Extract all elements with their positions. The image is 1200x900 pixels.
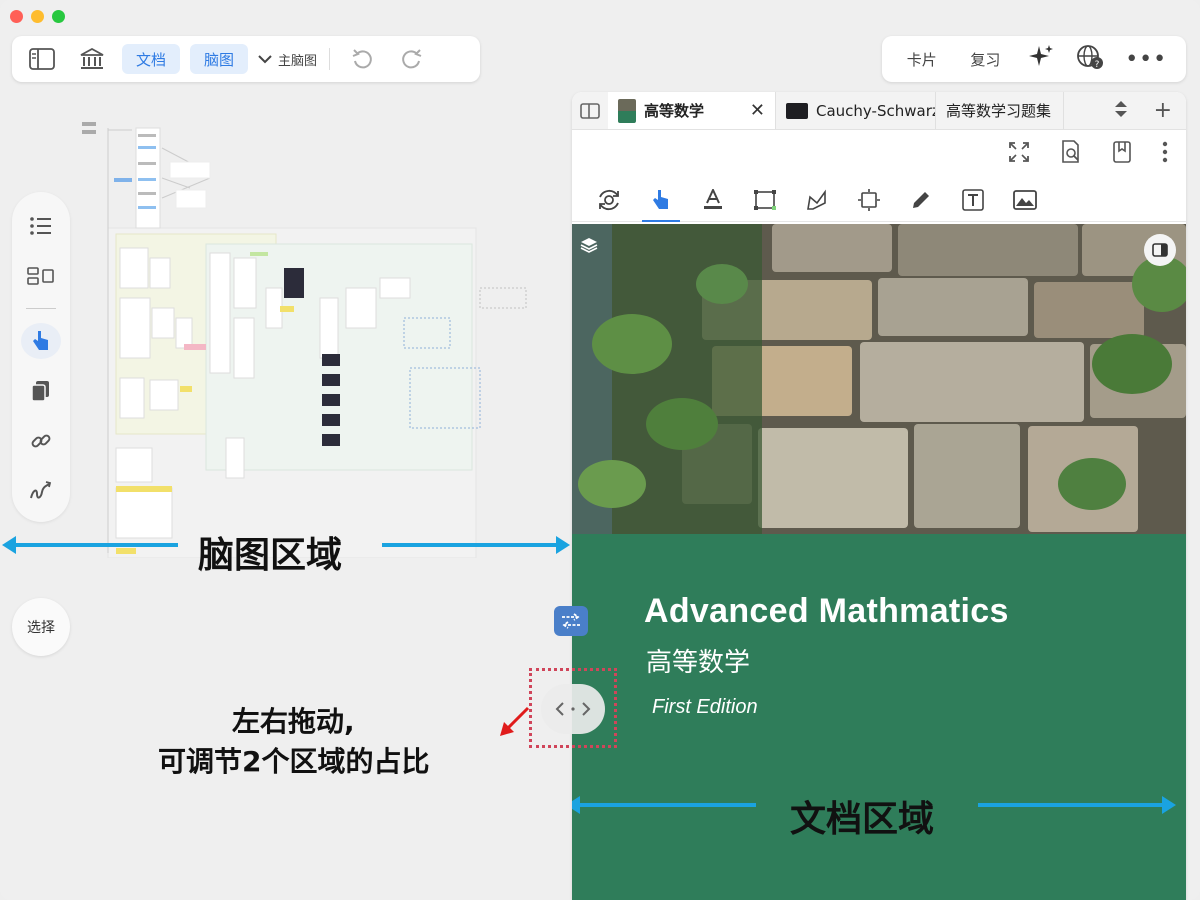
bookmark-icon[interactable] (1112, 141, 1132, 167)
lasso-tool-icon[interactable] (802, 182, 832, 218)
cards-button[interactable]: 卡片 (901, 49, 943, 70)
web-help-icon[interactable]: ? (1076, 44, 1104, 74)
crop-expand-icon[interactable] (854, 182, 884, 218)
doc-tab-bar: 高等数学 ✕ Cauchy-Schwarz... 高等数学习题集 + (572, 92, 1186, 130)
app-window: 文档 脑图 主脑图 卡片 复习 ? ••• 选择 脑图区域 左右拖动, 可调节2… (0, 0, 1200, 900)
mindmap-canvas[interactable] (80, 118, 530, 558)
doc-mode-button[interactable]: 文档 (122, 44, 181, 74)
tab-exercises[interactable]: 高等数学习题集 (936, 92, 1064, 129)
chevron-down-icon (258, 55, 272, 64)
tab-label: 高等数学习题集 (946, 102, 1052, 120)
more-options-icon[interactable]: ••• (1125, 47, 1167, 72)
doc-search-icon[interactable] (1060, 140, 1082, 168)
tab-label: Cauchy-Schwarz... (816, 101, 935, 120)
cover-photo-stone-wall (572, 224, 1186, 534)
right-panel-toggle-icon[interactable] (1144, 234, 1176, 266)
mindmap-tool-rail (12, 192, 70, 522)
annotation-toolbar (572, 178, 1186, 222)
rotate-settings-icon[interactable] (594, 182, 624, 218)
hand-pointer-tool-icon[interactable] (642, 182, 680, 222)
area-select-icon[interactable] (750, 182, 780, 218)
close-window-button[interactable] (10, 10, 23, 23)
secondary-toolbar: 卡片 复习 ? ••• (882, 36, 1186, 82)
video-thumbnail-icon (786, 102, 808, 119)
outline-list-icon[interactable] (21, 208, 61, 244)
copy-pages-icon[interactable] (21, 373, 61, 409)
doc-action-bar (572, 130, 1186, 178)
main-toolbar: 文档 脑图 主脑图 (12, 36, 480, 82)
select-mode-button[interactable]: 选择 (12, 598, 70, 656)
redo-icon[interactable] (392, 43, 432, 75)
pointer-tool-icon[interactable] (21, 323, 61, 359)
drag-hint-line2: 可调节2个区域的占比 (158, 745, 430, 778)
library-icon[interactable] (72, 43, 112, 75)
document-panel: 高等数学 ✕ Cauchy-Schwarz... 高等数学习题集 + (572, 92, 1186, 900)
svg-text:?: ? (1094, 60, 1099, 70)
ai-sparkle-icon[interactable] (1028, 44, 1054, 74)
resize-arrows-icon (555, 702, 591, 716)
mindmap-mode-button[interactable]: 脑图 (190, 44, 249, 74)
freehand-line-icon[interactable] (21, 473, 61, 509)
layers-icon[interactable] (580, 236, 598, 258)
undo-icon[interactable] (342, 43, 382, 75)
pen-tool-icon[interactable] (906, 182, 936, 218)
rail-divider (26, 308, 56, 309)
cover-subtitle: 高等数学 (646, 648, 751, 678)
cover-title: Advanced Mathmatics (644, 592, 1009, 630)
tab-advanced-math[interactable]: 高等数学 ✕ (608, 92, 776, 129)
text-highlight-icon[interactable] (698, 182, 728, 218)
review-button[interactable]: 复习 (964, 49, 1006, 70)
doc-area-label: 文档区域 (790, 799, 935, 840)
doc-more-icon[interactable] (1162, 141, 1168, 167)
layout-icon[interactable] (21, 258, 61, 294)
toolbar-divider (329, 48, 331, 70)
panel-resize-handle[interactable] (541, 684, 605, 734)
link-icon[interactable] (21, 423, 61, 459)
zoom-window-button[interactable] (52, 10, 65, 23)
new-tab-icon[interactable]: + (1154, 98, 1172, 123)
fullscreen-icon[interactable] (1008, 141, 1030, 167)
window-controls (10, 10, 65, 23)
close-tab-icon[interactable]: ✕ (750, 100, 765, 121)
doc-sidebar-toggle-icon[interactable] (572, 92, 608, 129)
tab-cauchy-schwarz[interactable]: Cauchy-Schwarz... (776, 92, 936, 129)
mindmap-area-label: 脑图区域 (198, 535, 343, 576)
book-thumbnail-icon (618, 98, 636, 123)
sidebar-toggle-icon[interactable] (22, 43, 62, 75)
drag-hint-arrow (500, 706, 530, 736)
cover-edition: First Edition (652, 696, 758, 718)
map-selector-label: 主脑图 (278, 53, 318, 69)
text-box-tool-icon[interactable] (958, 182, 988, 218)
map-selector[interactable]: 主脑图 (258, 50, 317, 69)
minimize-window-button[interactable] (31, 10, 44, 23)
tab-label: 高等数学 (644, 102, 705, 120)
tab-list-sort-icon[interactable] (1114, 100, 1128, 122)
image-tool-icon[interactable] (1010, 182, 1040, 218)
drag-hint-line1: 左右拖动, (232, 705, 355, 738)
swap-panels-icon[interactable] (554, 606, 588, 636)
book-cover[interactable]: Advanced Mathmatics 高等数学 First Edition 文… (572, 224, 1186, 900)
